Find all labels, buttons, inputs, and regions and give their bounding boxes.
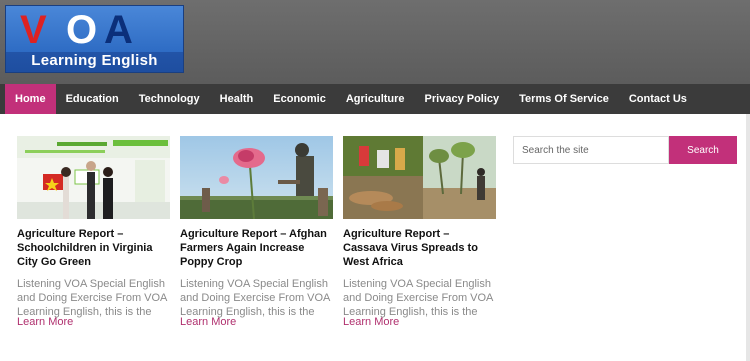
post-title[interactable]: Agriculture Report – Schoolchildren in V… <box>17 227 170 269</box>
post-excerpt: Listening VOA Special English and Doing … <box>343 278 493 318</box>
voa-logo[interactable]: V O A Learning English <box>5 5 184 73</box>
learn-more-link[interactable]: Learn More <box>180 316 236 328</box>
nav-item-technology[interactable]: Technology <box>129 84 210 114</box>
nav-item-contact-us[interactable]: Contact Us <box>619 84 697 114</box>
site-header: V O A Learning English <box>0 0 750 84</box>
post-excerpt: Listening VOA Special English and Doing … <box>17 278 167 318</box>
logo-text: Learning English <box>31 52 158 69</box>
search-input[interactable] <box>513 136 669 164</box>
nav-item-economic[interactable]: Economic <box>263 84 336 114</box>
logo-mark: V O A <box>6 6 183 52</box>
learn-more-link[interactable]: Learn More <box>17 316 73 328</box>
learn-more-link[interactable]: Learn More <box>343 316 399 328</box>
nav-item-privacy-policy[interactable]: Privacy Policy <box>415 84 510 114</box>
post-thumbnail-ceremony[interactable] <box>17 136 170 219</box>
post-title[interactable]: Agriculture Report – Cassava Virus Sprea… <box>343 227 496 269</box>
nav-item-terms-of-service[interactable]: Terms Of Service <box>509 84 619 114</box>
nav-item-health[interactable]: Health <box>210 84 264 114</box>
post-excerpt: Listening VOA Special English and Doing … <box>180 278 330 318</box>
main-content: Agriculture Report – Schoolchildren in V… <box>0 114 750 361</box>
post-card: Agriculture Report – Afghan Farmers Agai… <box>180 136 333 319</box>
logo-letter-v: V <box>20 8 47 52</box>
post-thumbnail-cassava[interactable] <box>343 136 496 219</box>
main-nav: Home Education Technology Health Economi… <box>0 84 750 114</box>
logo-letter-o: O <box>66 8 98 52</box>
post-card: Agriculture Report – Schoolchildren in V… <box>17 136 170 319</box>
scrollbar[interactable] <box>746 114 750 361</box>
nav-item-education[interactable]: Education <box>56 84 129 114</box>
nav-item-home[interactable]: Home <box>5 84 56 114</box>
post-thumbnail-poppy[interactable] <box>180 136 333 219</box>
post-title[interactable]: Agriculture Report – Afghan Farmers Agai… <box>180 227 333 269</box>
post-card: Agriculture Report – Cassava Virus Sprea… <box>343 136 496 319</box>
search-form: Search <box>513 136 737 164</box>
search-button[interactable]: Search <box>669 136 737 164</box>
logo-letter-a: A <box>104 8 133 52</box>
nav-item-agriculture[interactable]: Agriculture <box>336 84 415 114</box>
